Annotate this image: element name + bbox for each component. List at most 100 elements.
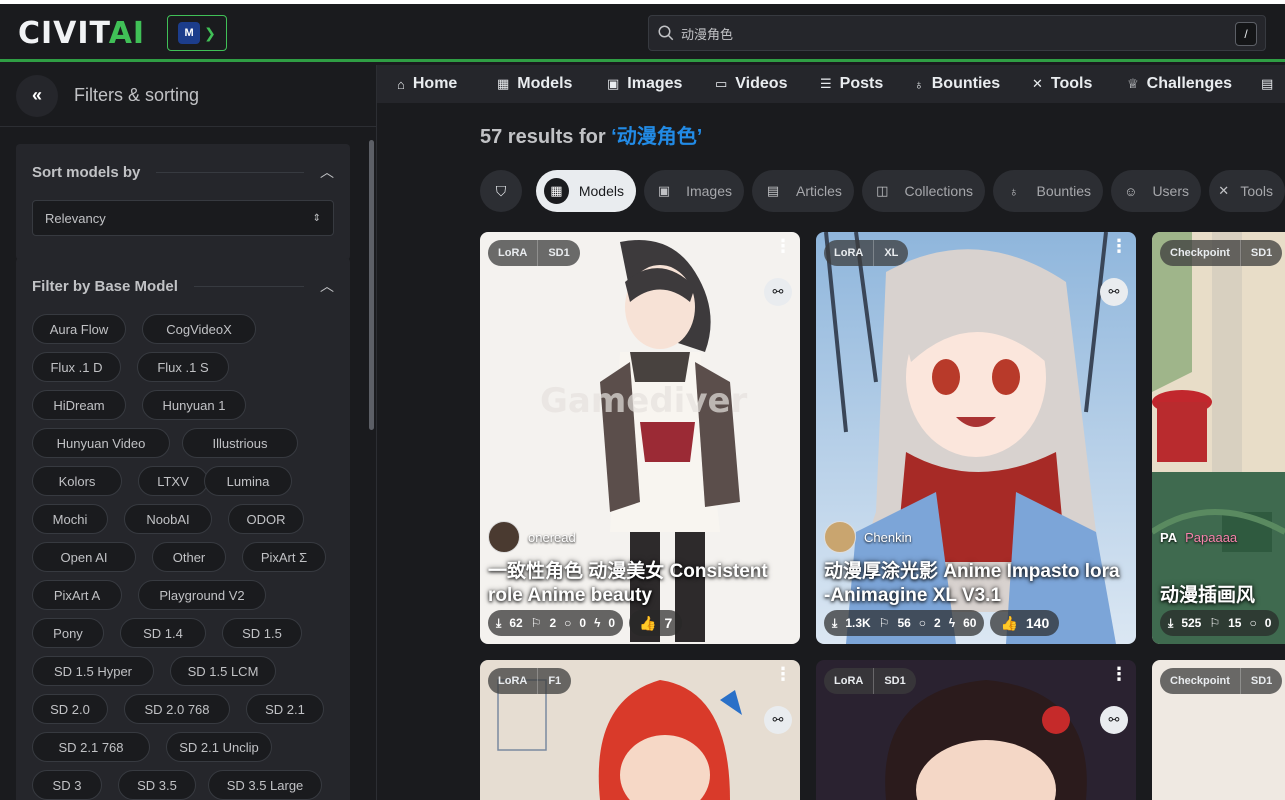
tab-articles[interactable]: ▤ Articles bbox=[752, 170, 854, 212]
more-options-icon[interactable]: ⋮ bbox=[774, 237, 792, 255]
model-card[interactable]: Checkpoint SD1 PA Papaaaa 动漫插画风 ⤓ 525 ⚐ 15 ○… bbox=[1152, 232, 1285, 644]
avatar-initials: PA bbox=[1160, 529, 1178, 545]
base-model-chip[interactable]: Hunyuan Video bbox=[32, 428, 170, 458]
sort-panel-header[interactable]: Sort models by ︿ bbox=[16, 144, 350, 200]
nav-calendar[interactable]: ▤ bbox=[1261, 65, 1273, 103]
base-model-chip[interactable]: SD 1.5 LCM bbox=[170, 656, 276, 686]
like-pill[interactable]: 👍 7 bbox=[629, 610, 683, 636]
base-model-chip[interactable]: LTXV bbox=[138, 466, 208, 496]
base-model-chip[interactable]: Mochi bbox=[32, 504, 108, 534]
model-card[interactable]: LoRA F1 ⋮ ⚯ bbox=[480, 660, 800, 800]
creator-name: oneread bbox=[528, 529, 576, 545]
link-icon[interactable]: ⚯ bbox=[764, 278, 792, 306]
download-icon: ⤓ bbox=[832, 615, 838, 630]
tab-users[interactable]: ☺ Users bbox=[1111, 170, 1201, 212]
base-model-chip[interactable]: NoobAI bbox=[124, 504, 212, 534]
nav-images[interactable]: ▣ Images bbox=[607, 65, 682, 103]
save-count: 56 bbox=[897, 616, 911, 630]
card-title: 一致性角色 动漫美女 Consistent role Anime beauty bbox=[488, 561, 768, 606]
base-model-chip[interactable]: HiDream bbox=[32, 390, 126, 420]
model-card[interactable]: LoRA XL ⋮ ⚯ Chenkin 动漫厚涂光影 Anime Impasto … bbox=[816, 232, 1136, 644]
download-icon: ⤓ bbox=[1168, 615, 1174, 630]
base-model-chip[interactable]: Lumina bbox=[204, 466, 292, 496]
creator-info[interactable]: oneread bbox=[488, 520, 576, 554]
model-card[interactable]: Gamediver LoRA SD1 ⋮ ⚯ oneread 一致性角色 动漫美女… bbox=[480, 232, 800, 644]
tab-tools[interactable]: ✕ Tools bbox=[1209, 170, 1285, 212]
more-options-icon[interactable]: ⋮ bbox=[1110, 237, 1128, 255]
card-tags: LoRA SD1 bbox=[824, 668, 916, 694]
model-card[interactable]: Checkpoint SD1 bbox=[1152, 660, 1285, 800]
stats-pill: ⤓ 525 ⚐ 15 ○ 0 bbox=[1160, 610, 1280, 636]
base-model-chip[interactable]: Other bbox=[152, 542, 226, 572]
nav-models[interactable]: ▦ Models bbox=[497, 65, 572, 103]
buzz-count: 60 bbox=[963, 616, 977, 630]
nav-posts[interactable]: ☰ Posts bbox=[820, 65, 883, 103]
brand-switch-button[interactable]: M ❯ bbox=[167, 15, 227, 51]
tab-label: Users bbox=[1152, 183, 1189, 199]
search-input[interactable] bbox=[681, 25, 1221, 41]
base-model-chip[interactable]: SD 2.1 Unclip bbox=[166, 732, 272, 762]
base-model-chip[interactable]: Flux .1 S bbox=[137, 352, 229, 382]
tab-collections[interactable]: ◫ Collections bbox=[862, 170, 985, 212]
bookmark-icon: ⚐ bbox=[878, 616, 890, 630]
base-model-chip[interactable]: SD 1.5 Hyper bbox=[32, 656, 154, 686]
avatar bbox=[488, 521, 520, 553]
civitai-logo[interactable]: CIVITAI bbox=[18, 19, 145, 49]
link-icon[interactable]: ⚯ bbox=[1100, 278, 1128, 306]
base-model-panel-header[interactable]: Filter by Base Model ︿ bbox=[16, 258, 350, 314]
nav-home[interactable]: ⌂ Home bbox=[397, 65, 457, 103]
more-options-icon[interactable]: ⋮ bbox=[774, 665, 792, 683]
base-model-chip[interactable]: Illustrious bbox=[182, 428, 298, 458]
nav-videos[interactable]: ▭ Videos bbox=[715, 65, 787, 103]
sidebar-scrollbar[interactable] bbox=[366, 128, 376, 800]
nav-tools[interactable]: ✕ Tools bbox=[1032, 65, 1092, 103]
base-model-chip[interactable]: Playground V2 bbox=[138, 580, 266, 610]
sort-select[interactable]: Relevancy ⇕ bbox=[32, 200, 334, 236]
base-model-chip[interactable]: SD 2.0 768 bbox=[124, 694, 230, 724]
link-icon[interactable]: ⚯ bbox=[764, 706, 792, 734]
base-model-chip[interactable]: SD 2.0 bbox=[32, 694, 108, 724]
tab-images[interactable]: ▣ Images bbox=[644, 170, 744, 212]
base-model-chip[interactable]: Flux .1 D bbox=[32, 352, 121, 382]
filter-button[interactable]: ⛉ bbox=[480, 170, 522, 212]
nav-challenges[interactable]: ♕ Challenges bbox=[1127, 65, 1232, 103]
svg-text:Gamediver: Gamediver bbox=[540, 381, 748, 421]
bookmark-icon: ⚐ bbox=[1209, 616, 1221, 630]
search-bar[interactable]: / bbox=[648, 15, 1266, 51]
base-model-chip[interactable]: Aura Flow bbox=[32, 314, 126, 344]
base-model-chip[interactable]: SD 2.1 bbox=[246, 694, 324, 724]
tab-label: Images bbox=[686, 183, 732, 199]
more-options-icon[interactable]: ⋮ bbox=[1110, 665, 1128, 683]
scrollbar-thumb[interactable] bbox=[369, 140, 374, 430]
base-model-chip[interactable]: Hunyuan 1 bbox=[142, 390, 246, 420]
base-model-chip[interactable]: SD 1.5 bbox=[222, 618, 302, 648]
trophy-icon: ♕ bbox=[1127, 76, 1139, 91]
like-pill[interactable]: 👍 140 bbox=[990, 610, 1060, 636]
like-count: 7 bbox=[664, 615, 673, 631]
card-stats: ⤓ 525 ⚐ 15 ○ 0 bbox=[1160, 610, 1280, 636]
base-model-chip[interactable]: SD 1.4 bbox=[120, 618, 206, 648]
model-card[interactable]: LoRA SD1 ⋮ ⚯ bbox=[816, 660, 1136, 800]
base-model-chip[interactable]: Open AI bbox=[32, 542, 136, 572]
nav-bounties[interactable]: ♁ Bounties bbox=[914, 65, 1000, 103]
base-model-chip[interactable]: SD 3 bbox=[32, 770, 102, 800]
sidebar-scroll-area: Sort models by ︿ Relevancy ⇕ Filter by B… bbox=[0, 128, 377, 800]
link-icon[interactable]: ⚯ bbox=[1100, 706, 1128, 734]
base-model-chip[interactable]: Pony bbox=[32, 618, 104, 648]
collapse-sidebar-button[interactable]: « bbox=[16, 74, 58, 117]
base-model-chip[interactable]: SD 2.1 768 bbox=[32, 732, 150, 762]
tab-bounties[interactable]: ♁ Bounties bbox=[993, 170, 1103, 212]
base-model-chip[interactable]: PixArt A bbox=[32, 580, 122, 610]
tab-models[interactable]: ▦ Models bbox=[536, 170, 636, 212]
base-model-chip[interactable]: SD 3.5 Large bbox=[208, 770, 322, 800]
base-model-chip[interactable]: SD 3.5 bbox=[118, 770, 196, 800]
base-model-chip[interactable]: PixArt Σ bbox=[242, 542, 326, 572]
double-chevron-left-icon: « bbox=[31, 85, 42, 105]
base-model-chip[interactable]: Kolors bbox=[32, 466, 122, 496]
sort-panel: Sort models by ︿ Relevancy ⇕ bbox=[16, 144, 350, 260]
base-model-chip[interactable]: CogVideoX bbox=[142, 314, 256, 344]
creator-info[interactable]: PA Papaaaa bbox=[1160, 520, 1237, 554]
posts-icon: ☰ bbox=[820, 76, 832, 91]
base-model-chip[interactable]: ODOR bbox=[228, 504, 304, 534]
creator-info[interactable]: Chenkin bbox=[824, 520, 912, 554]
